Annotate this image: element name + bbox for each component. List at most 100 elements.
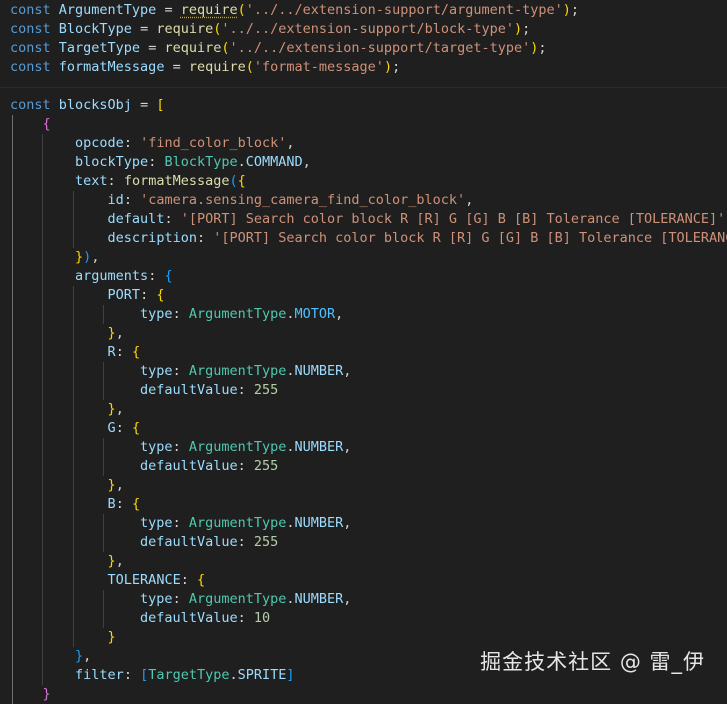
code-token: id: [107, 192, 124, 208]
code-token: BlockType: [58, 21, 132, 37]
code-token: text: [75, 173, 108, 189]
code-line[interactable]: const formatMessage = require('format-me…: [10, 58, 400, 77]
code-token: {: [42, 116, 51, 132]
code-line[interactable]: defaultValue: 255: [10, 533, 278, 552]
code-token: opcode: [75, 135, 124, 151]
code-line[interactable]: }: [10, 628, 116, 647]
code-token: ArgumentType: [188, 363, 287, 379]
code-line[interactable]: TOLERANCE: {: [10, 571, 206, 590]
code-token: }: [107, 553, 116, 569]
code-token: const: [10, 59, 59, 75]
code-line[interactable]: },: [10, 647, 91, 666]
code-token: 255: [253, 458, 279, 474]
code-line[interactable]: defaultValue: 255: [10, 457, 278, 476]
code-token: ): [513, 21, 523, 37]
code-token: {: [131, 420, 141, 436]
code-token: 'format-message': [253, 59, 384, 75]
code-token: (: [221, 40, 230, 56]
code-line[interactable]: type: ArgumentType.NUMBER,: [10, 438, 351, 457]
code-line[interactable]: type: ArgumentType.MOTOR,: [10, 305, 343, 324]
code-line[interactable]: },: [10, 400, 124, 419]
code-token: B: [107, 496, 116, 512]
code-line[interactable]: id: 'camera.sensing_camera_find_color_bl…: [10, 191, 474, 210]
code-line[interactable]: text: formatMessage({: [10, 172, 246, 191]
code-line[interactable]: defaultValue: 255: [10, 381, 278, 400]
code-token: :: [123, 135, 141, 151]
code-line[interactable]: }: [10, 685, 51, 704]
code-line[interactable]: blockType: BlockType.COMMAND,: [10, 153, 311, 172]
code-line[interactable]: R: {: [10, 343, 141, 362]
code-line[interactable]: const blocksObj = [: [10, 96, 164, 115]
code-line[interactable]: filter: [TargetType.SPRITE]: [10, 666, 295, 685]
code-token: .: [237, 154, 246, 170]
code-token: :: [164, 211, 181, 227]
code-token: :: [115, 344, 132, 360]
code-token: ArgumentType: [188, 591, 287, 607]
code-line[interactable]: B: {: [10, 495, 141, 514]
code-token: .: [286, 439, 295, 455]
code-token: '../../extension-support/block-type': [221, 21, 514, 37]
code-token: ,: [115, 325, 124, 341]
code-line[interactable]: },: [10, 324, 124, 343]
code-line[interactable]: arguments: {: [10, 267, 173, 286]
code-token: require: [164, 40, 222, 56]
code-line[interactable]: description: '[PORT] Search color block …: [10, 229, 727, 248]
code-token: :: [237, 458, 254, 474]
code-line[interactable]: }),: [10, 248, 99, 267]
code-token: ,: [465, 192, 474, 208]
code-token: type: [140, 363, 173, 379]
code-token: :: [148, 268, 165, 284]
code-token: (: [245, 59, 254, 75]
code-line[interactable]: default: '[PORT] Search color block R [R…: [10, 210, 727, 229]
code-token: ,: [286, 135, 295, 151]
code-token: 10: [253, 610, 271, 626]
code-token: NUMBER: [294, 591, 344, 607]
code-token: 'camera.sensing_camera_find_color_block': [140, 192, 466, 208]
code-token: ,: [91, 249, 100, 265]
code-token: type: [140, 306, 173, 322]
code-token: filter: [75, 667, 124, 683]
code-token: const: [10, 40, 59, 56]
watermark-text: 掘金技术社区 @ 雷_伊: [480, 650, 705, 674]
code-token: [: [156, 97, 165, 113]
code-token: ]: [286, 667, 295, 683]
code-token: NUMBER: [294, 363, 344, 379]
code-line[interactable]: {: [10, 115, 51, 134]
code-token: {: [156, 287, 165, 303]
code-token: arguments: [75, 268, 149, 284]
code-token: :: [107, 173, 124, 189]
code-token: {: [164, 268, 173, 284]
code-line[interactable]: },: [10, 552, 124, 571]
code-line[interactable]: const TargetType = require('../../extens…: [10, 39, 547, 58]
code-token: '[PORT] Search color block R [R] G [G] B…: [213, 230, 727, 246]
code-line[interactable]: opcode: 'find_color_block',: [10, 134, 295, 153]
code-editor[interactable]: const ArgumentType = require('../../exte…: [0, 0, 727, 704]
code-token: TargetType: [58, 40, 141, 56]
code-token: require: [180, 2, 238, 18]
code-token: (: [237, 2, 246, 18]
code-line[interactable]: },: [10, 476, 124, 495]
code-token: :: [123, 667, 141, 683]
code-line[interactable]: const ArgumentType = require('../../exte…: [10, 1, 579, 20]
code-line[interactable]: type: ArgumentType.NUMBER,: [10, 514, 351, 533]
code-line[interactable]: defaultValue: 10: [10, 609, 270, 628]
code-token: ): [383, 59, 393, 75]
code-line[interactable]: type: ArgumentType.NUMBER,: [10, 590, 351, 609]
code-line[interactable]: G: {: [10, 419, 141, 438]
code-line[interactable]: const BlockType = require('../../extensi…: [10, 20, 530, 39]
code-line[interactable]: type: ArgumentType.NUMBER,: [10, 362, 351, 381]
code-line[interactable]: PORT: {: [10, 286, 165, 305]
code-token: :: [237, 534, 254, 550]
